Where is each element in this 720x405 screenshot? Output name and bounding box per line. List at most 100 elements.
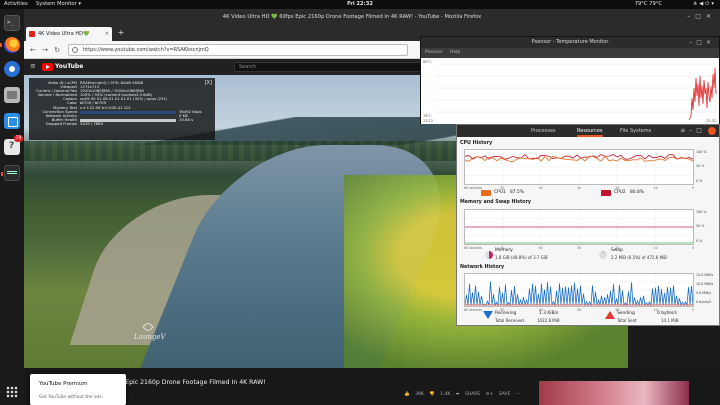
recommended-thumbnail[interactable] bbox=[539, 381, 689, 405]
files-icon[interactable] bbox=[4, 87, 20, 103]
back-button[interactable]: ← bbox=[28, 45, 38, 55]
x-tick-label: 10 bbox=[653, 186, 658, 190]
x-tick-label: 30 bbox=[577, 186, 582, 190]
youtube-logo-icon[interactable] bbox=[42, 63, 53, 71]
stats-key: Dropped Frames bbox=[45, 120, 77, 126]
network-graph bbox=[464, 273, 694, 307]
memory-pie-icon[interactable] bbox=[485, 251, 493, 259]
like-button[interactable]: 👍 39K bbox=[404, 392, 424, 397]
receiving-arrow-icon[interactable] bbox=[483, 311, 493, 319]
reload-button[interactable]: ↻ bbox=[52, 45, 62, 55]
cpu2-label: CPU2 bbox=[614, 190, 626, 195]
new-tab-button[interactable]: + bbox=[115, 27, 127, 39]
stats-for-nerds-panel: [X] Video ID / sCPN RSAKkscnjmQ / 3F3L 6A… bbox=[29, 78, 215, 140]
system-monitor-window: Processes Resources File Systems ≡–□✕ CP… bbox=[456, 124, 720, 326]
tab-resources[interactable]: Resources bbox=[577, 125, 603, 137]
dislike-button[interactable]: 👎 1.4K bbox=[429, 392, 450, 397]
x-tick-label: 40 bbox=[538, 186, 543, 190]
url-bar[interactable]: https://www.youtube.com/watch?v=RSAKkscn… bbox=[68, 44, 408, 56]
cpu1-value: 87.5% bbox=[510, 190, 524, 195]
total-received-label: Total Received bbox=[495, 318, 524, 323]
temperature-indicator[interactable]: 79°C 79°C bbox=[635, 0, 662, 9]
sending-label: Sending bbox=[617, 311, 635, 316]
memory-history-title: Memory and Swap History bbox=[460, 200, 532, 205]
menu-help[interactable]: Help bbox=[450, 50, 460, 55]
x-tick-label: 30 bbox=[577, 246, 582, 250]
net-y-tick: 5.0 MiB/s bbox=[696, 291, 712, 295]
temp-x-right: 22:32 bbox=[705, 119, 716, 123]
more-icon[interactable]: ··· bbox=[516, 392, 520, 397]
cpu2-color-swatch[interactable] bbox=[601, 190, 611, 196]
site-info-icon[interactable] bbox=[72, 47, 78, 53]
hamburger-menu-icon[interactable]: ≡ bbox=[30, 62, 36, 70]
menu-psensor[interactable]: Psensor bbox=[425, 50, 443, 55]
cpu-y-tick: 0 % bbox=[696, 179, 703, 183]
cpu1-color-swatch[interactable] bbox=[481, 190, 491, 196]
cpu1-label: CPU1 bbox=[494, 190, 506, 195]
maximize-icon[interactable]: □ bbox=[696, 39, 706, 46]
tab-close-icon[interactable]: ✕ bbox=[105, 27, 109, 41]
save-label: SAVE bbox=[498, 392, 511, 397]
cpu-y-tick: 50 % bbox=[696, 164, 705, 168]
terminal-icon[interactable] bbox=[4, 15, 20, 31]
close-icon[interactable]: ✕ bbox=[706, 39, 715, 46]
cpu-y-tick: 100 % bbox=[696, 150, 707, 154]
mem-y-tick: 100 % bbox=[696, 210, 707, 214]
window-controls[interactable]: –□✕ bbox=[687, 13, 716, 20]
firefox-icon[interactable] bbox=[0, 37, 20, 53]
stats-row: Dropped Frames 3429 / 7889 bbox=[33, 120, 211, 126]
swap-pie-icon[interactable] bbox=[599, 251, 607, 259]
x-tick-label: 60 seconds bbox=[464, 308, 483, 312]
close-icon[interactable]: ✕ bbox=[706, 13, 716, 20]
youtube-logo-text[interactable]: YouTube bbox=[55, 59, 83, 75]
dislike-count: 1.4K bbox=[440, 392, 451, 397]
temp-y-top: 85°C bbox=[423, 60, 432, 64]
temperature-plot bbox=[435, 63, 717, 121]
total-sent-label: Total Sent bbox=[617, 318, 637, 323]
total-sent-value: 14.1 MiB bbox=[661, 318, 679, 323]
net-y-tick: 0 bytes/s bbox=[696, 300, 712, 304]
memory-label: Memory bbox=[495, 248, 513, 253]
video-actions: 👍 39K 👎 1.4K ➦ SHARE ≡+ SAVE ··· bbox=[404, 392, 520, 397]
x-tick-label: 60 seconds bbox=[464, 186, 483, 190]
share-button[interactable]: ➦ SHARE bbox=[456, 392, 481, 397]
show-applications-icon[interactable] bbox=[6, 386, 18, 398]
temp-y-bottom: 78°C bbox=[423, 114, 432, 118]
close-icon[interactable] bbox=[708, 127, 716, 135]
memory-value: 1.8 GiB (48.8%) of 3.7 GiB bbox=[495, 255, 548, 260]
forward-button[interactable]: → bbox=[40, 45, 50, 55]
maximize-icon[interactable]: □ bbox=[695, 13, 706, 20]
update-badge: 79 bbox=[14, 135, 23, 142]
tab-youtube[interactable]: 4K Video Ultra HD💚 ✕ bbox=[26, 27, 112, 41]
save-button[interactable]: ≡+ SAVE bbox=[486, 392, 511, 397]
total-received-value: 1022.8 MiB bbox=[537, 318, 560, 323]
video-watermark: LoungeV bbox=[134, 333, 166, 341]
tab-processes[interactable]: Processes bbox=[531, 125, 556, 137]
software-center-icon[interactable] bbox=[4, 113, 20, 129]
thunderbird-icon[interactable] bbox=[4, 61, 20, 77]
url-text: https://www.youtube.com/watch?v=RSAKkscn… bbox=[83, 47, 209, 53]
stats-value: 3429 / 7889 bbox=[80, 120, 104, 126]
x-tick-label: 60 seconds bbox=[464, 246, 483, 250]
clock[interactable]: Fri 22:32 bbox=[0, 0, 720, 9]
sending-arrow-icon[interactable] bbox=[605, 311, 615, 319]
psensor-window-controls[interactable]: –□✕ bbox=[689, 37, 715, 48]
net-y-tick: 10.0 MiB/s bbox=[696, 282, 714, 286]
system-monitor-icon[interactable] bbox=[1, 165, 20, 181]
maximize-icon[interactable]: □ bbox=[696, 127, 706, 134]
menu-icon[interactable]: ≡ bbox=[680, 127, 689, 134]
swap-label: Swap bbox=[611, 248, 623, 253]
search-input[interactable]: Search bbox=[234, 62, 424, 72]
cpu2-value: 80.8% bbox=[630, 190, 644, 195]
swap-value: 2.2 MiB (0.5%) of 472.6 MiB bbox=[611, 255, 667, 260]
memory-graph bbox=[464, 209, 694, 245]
temperature-graph: 85°C 78°C 22:12 22:32 bbox=[421, 58, 719, 124]
tab-file-systems[interactable]: File Systems bbox=[620, 125, 651, 137]
system-tray[interactable]: ⋔◀⏻▾ bbox=[693, 0, 716, 9]
dock: 79 bbox=[0, 9, 24, 405]
receiving-rate: 1.3 KiB/s bbox=[539, 311, 559, 316]
chevron-down-icon: ▾ bbox=[711, 1, 716, 7]
youtube-premium-popup[interactable]: YouTube Premium Get YouTube without the … bbox=[30, 374, 126, 405]
mem-y-tick: 0 % bbox=[696, 239, 703, 243]
system-monitor-header: Processes Resources File Systems ≡–□✕ bbox=[457, 125, 719, 137]
